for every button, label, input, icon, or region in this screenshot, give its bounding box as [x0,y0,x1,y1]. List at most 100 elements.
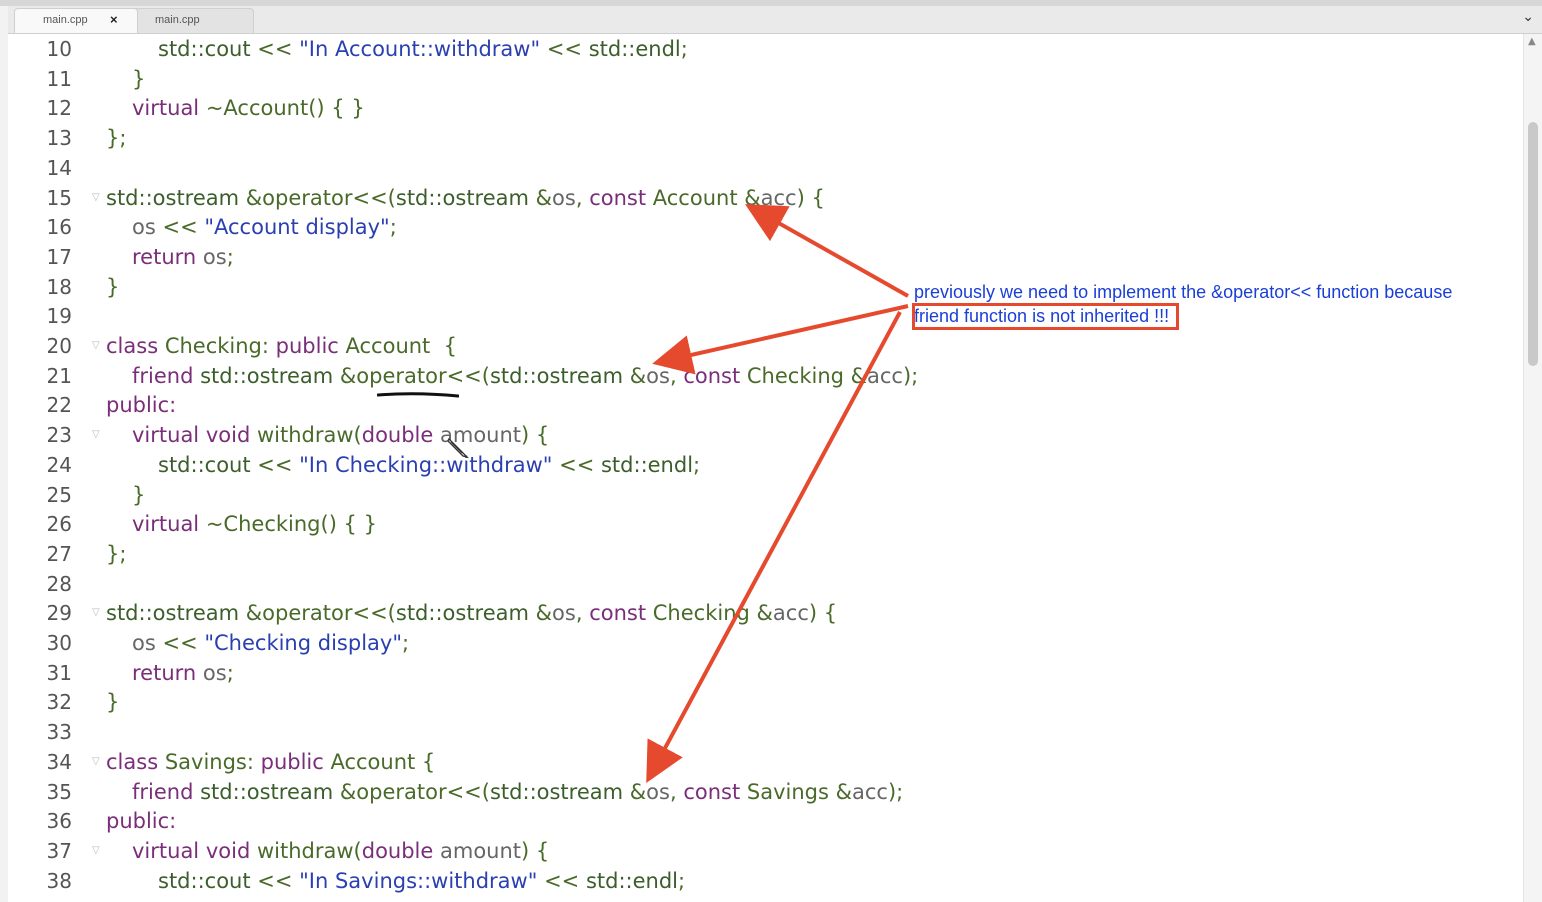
code-token: ; [693,452,701,477]
code-text: public: [106,806,176,836]
code-token: virtual [132,423,200,448]
code-token: withdraw( [250,423,362,448]
code-token: "In Savings::withdraw" [299,868,538,893]
code-token: os [202,660,227,685]
code-token: ) { [796,185,825,210]
code-token: acc [772,601,809,626]
code-token: public: [106,393,177,418]
code-text: virtual void withdraw(double amount) { [132,836,549,866]
vertical-scrollbar[interactable]: ▲ [1523,34,1542,902]
fold-icon[interactable]: ▽ [92,420,100,450]
code-token: acc [851,779,888,804]
fold-icon[interactable]: ▽ [92,836,100,866]
code-token: class [106,749,159,774]
code-token: ); [887,779,904,804]
code-line: 35 friend std::ostream &operator<<(std::o… [0,777,1522,807]
code-token: std::ostream [200,779,334,804]
code-text: virtual ~Account() { } [132,93,365,123]
code-token: , [575,601,590,626]
code-line: 36 public: [0,806,1522,836]
annotation-highlight-box [912,303,1179,330]
code-token: std::cout [158,37,251,61]
line-number: 13 [46,126,72,151]
code-line: 11} [0,64,1522,94]
code-token: os [646,363,670,388]
fold-icon[interactable]: ▽ [92,331,100,361]
annotation-line1: previously we need to implement the &ope… [914,282,1453,302]
code-token: , [669,779,684,804]
scrollbar-thumb[interactable] [1528,122,1538,366]
line-number: 37 [46,838,72,863]
code-token: friend [132,363,194,388]
code-token: virtual [132,96,200,121]
scroll-up-icon[interactable]: ▲ [1528,36,1536,47]
code-line: 31 return os; [0,658,1522,688]
tab-main-cpp-1[interactable]: main.cpp × [14,8,138,33]
line-number: 18 [46,274,72,299]
code-token: }; [106,541,127,566]
code-token: &operator<<( [239,185,396,210]
code-token: } [132,482,146,507]
code-token: ); [902,363,919,388]
line-number: 12 [46,96,72,121]
code-token: "In Account::withdraw" [299,37,541,61]
code-line: 37 ▽ virtual void withdraw(double amount) … [0,836,1522,866]
code-token: ) { [808,601,838,626]
code-token: os [202,244,227,269]
code-token: ; [680,37,688,61]
code-text: os << "Account display"; [132,212,397,242]
code-text: std::cout << "In Account::withdraw" << s… [158,34,688,64]
line-number: 10 [46,37,72,61]
chevron-down-icon[interactable]: ⌄ [1522,9,1534,25]
code-text: std::cout << "In Checking::withdraw" << … [158,450,700,480]
code-token: &operator<<( [239,601,396,626]
code-token: << [250,452,300,477]
close-icon[interactable]: × [110,12,118,27]
fold-icon[interactable]: ▽ [92,598,100,628]
code-token: << [537,868,586,893]
code-token: std::cout [158,452,251,477]
line-number: 23 [46,423,72,448]
code-token: << [155,215,205,240]
line-number: 32 [46,690,72,715]
code-token: os [132,631,156,655]
code-text: } [132,64,145,94]
code-token: ; [389,215,397,240]
code-token: << [552,452,601,477]
code-token: acc [867,363,903,388]
code-token: } [106,274,120,299]
fold-icon[interactable]: ▽ [92,183,100,213]
code-line: 27}; [0,539,1522,569]
code-text: return os; [132,658,234,688]
code-token: acc [760,185,797,210]
code-token: Account { [338,334,458,358]
code-token: ; [226,660,234,685]
code-line: 25} [0,480,1522,510]
code-token: std::cout [158,868,251,893]
code-token: withdraw( [250,838,362,863]
code-token: os [646,779,670,804]
code-token: << [155,631,205,655]
code-token: std::endl [588,37,681,61]
code-text: class Checking: public Account { [106,331,457,361]
fold-icon[interactable]: ▽ [92,747,100,777]
code-text: class Savings: public Account { [106,747,435,777]
code-token: & [623,779,647,804]
line-number: 26 [46,512,72,537]
code-line: 24 std::cout << "In Checking::withdraw" <… [0,450,1522,480]
code-token: Account { [323,749,436,774]
code-token: ) { [521,838,550,863]
pen-underline-mark [377,392,459,398]
code-token: Account & [646,185,761,210]
code-editor[interactable]: 10 std::cout << "In Account::withdraw" <<… [0,0,1522,902]
code-token: std::ostream [200,363,334,388]
code-token: << [250,868,300,893]
code-token: << [540,37,589,61]
code-token: double [361,838,434,863]
code-token: Checking & [646,601,773,626]
code-text: friend std::ostream &operator<<(std::ost… [132,777,903,807]
code-token: Savings & [740,779,852,804]
code-line: 32} [0,687,1522,717]
